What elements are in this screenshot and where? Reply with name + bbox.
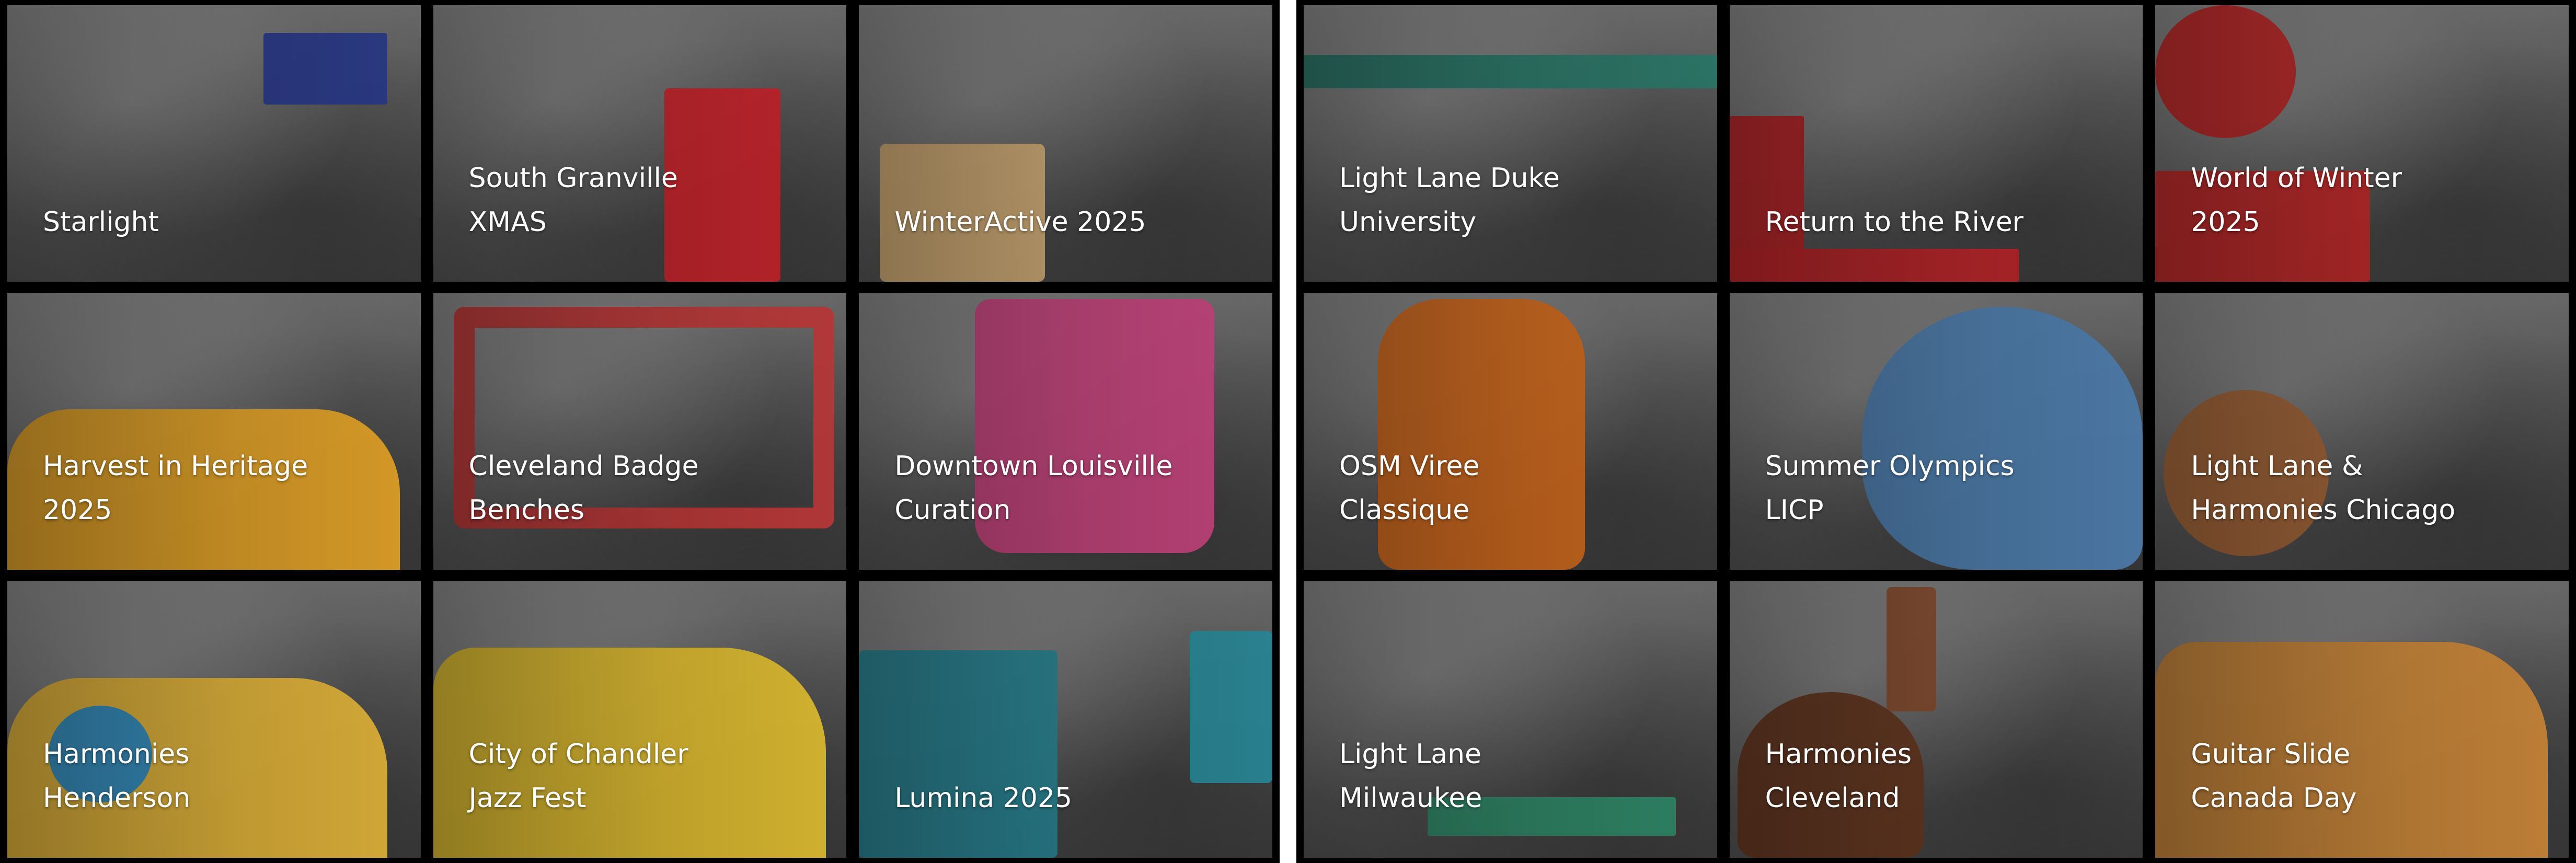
gallery-panel-right: Light Lane Duke University Return to the… (1296, 0, 2576, 863)
tile-return-to-the-river[interactable]: Return to the River (1729, 5, 2143, 282)
gallery-panel-left: Starlight South Granville XMAS WinterAct… (0, 0, 1280, 863)
tile-light-lane-milwaukee[interactable]: Light Lane Milwaukee (1304, 581, 1717, 858)
tile-title: Return to the River (1765, 206, 2024, 238)
tile-downtown-louisville-curation[interactable]: Downtown Louisville Curation (859, 293, 1272, 570)
tile-title: Downtown Louisville Curation (894, 451, 1173, 526)
tile-harmonies-cleveland[interactable]: Harmonies Cleveland (1729, 581, 2143, 858)
tile-light-lane-harmonies-chicago[interactable]: Light Lane & Harmonies Chicago (2155, 293, 2569, 570)
tile-title: Light Lane & Harmonies Chicago (2191, 451, 2456, 526)
gallery-stage: Starlight South Granville XMAS WinterAct… (0, 0, 2576, 863)
tile-title: OSM Viree Classique (1339, 451, 1480, 526)
tile-title: Harvest in Heritage 2025 (43, 451, 308, 526)
tile-title: South Granville XMAS (468, 163, 678, 238)
tile-title: WinterActive 2025 (894, 206, 1146, 238)
tile-title: City of Chandler Jazz Fest (468, 739, 688, 814)
tile-title: Light Lane Milwaukee (1339, 739, 1482, 814)
tile-title: Harmonies Henderson (43, 739, 191, 814)
tile-lumina-2025[interactable]: Lumina 2025 (859, 581, 1272, 858)
tile-title: Light Lane Duke University (1339, 163, 1560, 238)
tile-city-of-chandler-jazz-fest[interactable]: City of Chandler Jazz Fest (433, 581, 847, 858)
tile-title: Harmonies Cleveland (1765, 739, 1912, 814)
tile-title: Cleveland Badge Benches (468, 451, 699, 526)
tile-summer-olympics-licp[interactable]: Summer Olympics LICP (1729, 293, 2143, 570)
tile-title: Lumina 2025 (894, 783, 1073, 814)
tile-light-lane-duke-university[interactable]: Light Lane Duke University (1304, 5, 1717, 282)
tile-harmonies-henderson[interactable]: Harmonies Henderson (7, 581, 421, 858)
tile-title: Starlight (43, 206, 159, 238)
tile-guitar-slide-canada-day[interactable]: Guitar Slide Canada Day (2155, 581, 2569, 858)
tile-world-of-winter-2025[interactable]: World of Winter 2025 (2155, 5, 2569, 282)
tile-title: World of Winter 2025 (2191, 163, 2402, 238)
tile-title: Guitar Slide Canada Day (2191, 739, 2357, 814)
tile-title: Summer Olympics LICP (1765, 451, 2015, 526)
tile-cleveland-badge-benches[interactable]: Cleveland Badge Benches (433, 293, 847, 570)
tile-harvest-in-heritage-2025[interactable]: Harvest in Heritage 2025 (7, 293, 421, 570)
tile-starlight[interactable]: Starlight (7, 5, 421, 282)
tile-osm-viree-classique[interactable]: OSM Viree Classique (1304, 293, 1717, 570)
tile-south-granville-xmas[interactable]: South Granville XMAS (433, 5, 847, 282)
tile-winteractive-2025[interactable]: WinterActive 2025 (859, 5, 1272, 282)
